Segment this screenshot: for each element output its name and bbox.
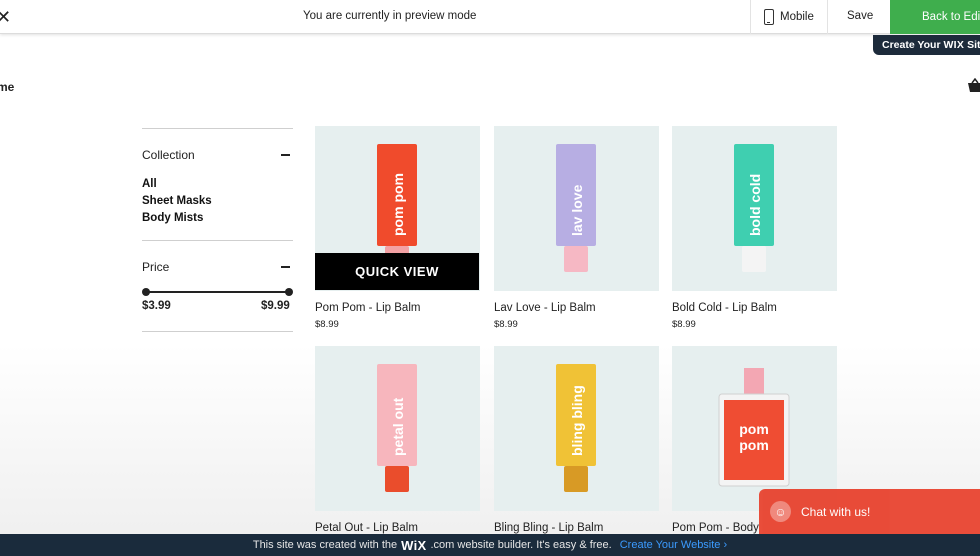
- product-illustration: lav love: [556, 144, 596, 272]
- mobile-label: Mobile: [780, 11, 814, 23]
- tube-label-text: lav love: [569, 184, 585, 236]
- chat-label: Chat with us!: [801, 504, 871, 519]
- product-name-link[interactable]: Petal Out - Lip Balm: [315, 522, 418, 534]
- banner-suffix: .com website builder. It's easy & free.: [430, 539, 612, 551]
- product-price: $8.99: [494, 319, 518, 330]
- wix-brand: WIX: [943, 39, 965, 51]
- price-min-label: $3.99: [142, 300, 171, 312]
- product-name-link[interactable]: Bold Cold - Lip Balm: [672, 302, 777, 314]
- save-button[interactable]: Save: [847, 10, 873, 22]
- banner-prefix: This site was created with the: [252, 539, 398, 551]
- collapse-collection-icon[interactable]: [281, 154, 290, 156]
- collection-all-link[interactable]: All: [142, 178, 157, 190]
- product-name-link[interactable]: Pom Pom - Body: [672, 522, 759, 534]
- product-image[interactable]: petal out: [315, 346, 480, 511]
- site-nav-home-link[interactable]: me: [0, 80, 14, 94]
- create-tab-suffix: Site: [967, 39, 980, 51]
- product-image[interactable]: bold cold: [672, 126, 837, 291]
- price-max-handle[interactable]: [285, 288, 293, 296]
- bottle-cap: [744, 368, 764, 394]
- product-illustration: bling bling: [556, 364, 596, 492]
- product-price: $8.99: [672, 319, 696, 330]
- close-icon[interactable]: ✕: [0, 7, 12, 27]
- product-name-link[interactable]: Bling Bling - Lip Balm: [494, 522, 603, 534]
- preview-mode-text: You are currently in preview mode: [303, 10, 477, 22]
- price-slider-track[interactable]: [146, 291, 289, 293]
- price-filter-title[interactable]: Price: [142, 260, 169, 274]
- wix-ad-banner: This site was created with the WiX .com …: [0, 534, 980, 556]
- tube-label-text: pom pom: [390, 173, 406, 236]
- collapse-price-icon[interactable]: [281, 266, 290, 268]
- wix-logo: WiX: [401, 537, 427, 553]
- tube-cap: [742, 246, 766, 272]
- tube-cap: [564, 466, 588, 492]
- tube-cap: [385, 466, 409, 492]
- mobile-phone-icon: [764, 9, 774, 25]
- product-illustration: bold cold: [734, 144, 774, 272]
- bottle-label-text: pom: [739, 421, 769, 437]
- price-min-handle[interactable]: [142, 288, 150, 296]
- collection-body-mists-link[interactable]: Body Mists: [142, 212, 203, 224]
- product-illustration: pompom: [718, 368, 790, 487]
- smiley-chat-icon: ☺: [770, 501, 791, 522]
- bottle-label-text: pom: [739, 437, 769, 453]
- divider: [750, 0, 751, 34]
- product-image[interactable]: bling bling: [494, 346, 659, 511]
- product-image[interactable]: pom pom: [672, 346, 837, 511]
- tube-label-text: bling bling: [569, 385, 585, 456]
- product-image[interactable]: lav love: [494, 126, 659, 291]
- mobile-view-button[interactable]: Mobile: [764, 8, 814, 26]
- collection-filter-title[interactable]: Collection: [142, 148, 195, 162]
- product-name-link[interactable]: Pom Pom - Lip Balm: [315, 302, 420, 314]
- divider: [827, 0, 828, 34]
- price-max-label: $9.99: [261, 300, 290, 312]
- tube-label-text: petal out: [390, 397, 406, 456]
- cart-icon[interactable]: [967, 77, 980, 94]
- product-image[interactable]: pom pom QUICK VIEW: [315, 126, 480, 291]
- create-tab-prefix: Create Your: [882, 39, 944, 51]
- divider: [142, 240, 293, 241]
- create-your-website-link[interactable]: Create Your Website ›: [620, 539, 727, 551]
- back-to-editor-button[interactable]: Back to Editor: [890, 0, 980, 34]
- preview-bar: ✕ You are currently in preview mode Mobi…: [0, 0, 980, 34]
- tube-cap: [564, 246, 588, 272]
- tube-label-text: bold cold: [747, 174, 763, 236]
- chat-widget-button[interactable]: ☺ Chat with us!: [759, 489, 980, 534]
- divider: [142, 331, 293, 332]
- product-illustration: petal out: [377, 364, 417, 492]
- quick-view-button[interactable]: QUICK VIEW: [315, 253, 479, 290]
- product-price: $8.99: [315, 319, 339, 330]
- divider: [142, 128, 293, 129]
- create-your-site-tab[interactable]: Create Your WIX Site: [873, 35, 980, 55]
- product-name-link[interactable]: Lav Love - Lip Balm: [494, 302, 596, 314]
- collection-sheet-masks-link[interactable]: Sheet Masks: [142, 195, 212, 207]
